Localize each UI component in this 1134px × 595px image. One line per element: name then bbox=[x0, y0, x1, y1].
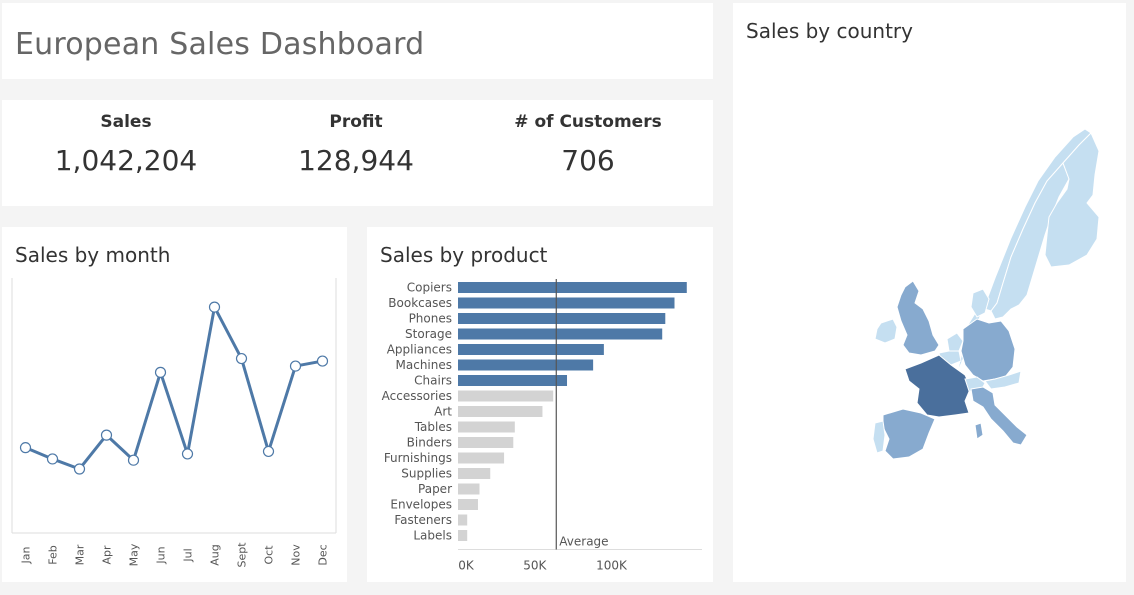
month-point-apr[interactable] bbox=[100, 429, 113, 441]
map-country-ireland[interactable] bbox=[874, 318, 898, 344]
product-label: Chairs bbox=[414, 374, 452, 388]
kpi-sales-value: 1,042,204 bbox=[54, 144, 198, 177]
month-tick-label: Jul bbox=[182, 548, 195, 562]
x-tick-label: 0K bbox=[458, 559, 475, 573]
month-tick-label: Nov bbox=[290, 544, 303, 566]
month-tick-label: Oct bbox=[263, 545, 276, 565]
month-tick-label: Apr bbox=[101, 545, 114, 565]
map-country-italy-sardinia[interactable] bbox=[974, 422, 984, 440]
bar-bookcases[interactable] bbox=[458, 297, 675, 309]
month-point-aug[interactable] bbox=[208, 301, 221, 313]
month-tick-label: Sept bbox=[236, 542, 249, 568]
month-tick-label: May bbox=[128, 543, 141, 566]
kpi-customers: # of Customers 706 bbox=[468, 110, 708, 177]
x-tick-label: 100K bbox=[596, 559, 628, 573]
product-label: Binders bbox=[407, 436, 452, 450]
month-point-dec[interactable] bbox=[316, 355, 329, 367]
bar-accessories[interactable] bbox=[458, 390, 554, 402]
month-point-mar[interactable] bbox=[73, 463, 86, 475]
kpi-profit-value: 128,944 bbox=[298, 144, 414, 177]
average-reference-label: Average bbox=[559, 535, 608, 549]
product-label: Copiers bbox=[407, 281, 452, 295]
sales-by-country-map[interactable] bbox=[733, 3, 1126, 582]
month-tick-label: Feb bbox=[47, 545, 60, 564]
map-country-denmark[interactable] bbox=[970, 288, 990, 318]
kpi-customers-label: # of Customers bbox=[514, 112, 662, 132]
x-tick-label: 50K bbox=[523, 559, 547, 573]
product-label: Phones bbox=[409, 312, 452, 326]
product-label: Bookcases bbox=[388, 296, 452, 310]
kpi-customers-value: 706 bbox=[561, 144, 615, 177]
product-label: Furnishings bbox=[384, 451, 452, 465]
product-label: Appliances bbox=[387, 343, 452, 357]
product-label: Paper bbox=[418, 482, 452, 496]
month-point-feb[interactable] bbox=[46, 453, 59, 465]
product-label: Machines bbox=[396, 358, 452, 372]
month-tick-label: Jan bbox=[20, 546, 33, 564]
product-label: Envelopes bbox=[390, 498, 452, 512]
sales-line-series bbox=[24, 305, 323, 471]
month-point-oct[interactable] bbox=[262, 445, 275, 458]
dashboard-title: European Sales Dashboard bbox=[15, 27, 425, 62]
product-label: Fasteners bbox=[394, 513, 452, 527]
bar-envelopes[interactable] bbox=[458, 499, 478, 510]
map-country-portugal[interactable] bbox=[872, 420, 886, 454]
kpi-profit: Profit 128,944 bbox=[236, 110, 476, 177]
month-point-nov[interactable] bbox=[289, 360, 302, 372]
bar-binders[interactable] bbox=[458, 437, 514, 448]
bar-chairs[interactable] bbox=[458, 375, 568, 386]
map-country-germany[interactable] bbox=[960, 318, 1016, 382]
bar-appliances[interactable] bbox=[458, 344, 604, 355]
kpi-sales-label: Sales bbox=[100, 112, 152, 132]
map-country-united-kingdom[interactable] bbox=[896, 280, 940, 356]
sales-by-product-panel: Sales by product Copiers Bookcases Phones S… bbox=[367, 227, 713, 582]
product-label: Art bbox=[434, 405, 452, 419]
bar-labels[interactable] bbox=[458, 530, 468, 541]
month-point-jun[interactable] bbox=[154, 366, 167, 378]
product-label: Tables bbox=[414, 420, 452, 434]
kpi-panel: Sales 1,042,204 Profit 128,944 # of Cust… bbox=[2, 100, 713, 206]
sales-by-product-chart[interactable]: CopiersBookcases PhonesStorage AppliancesM… bbox=[367, 227, 713, 582]
kpi-profit-label: Profit bbox=[329, 112, 383, 132]
bar-storage[interactable] bbox=[458, 328, 663, 340]
bar-machines[interactable] bbox=[458, 359, 594, 371]
month-tick-label: Jun bbox=[155, 546, 168, 564]
product-label: Accessories bbox=[382, 389, 452, 403]
month-point-may[interactable] bbox=[127, 454, 140, 466]
bar-paper[interactable] bbox=[458, 483, 480, 495]
product-label: Supplies bbox=[401, 467, 452, 481]
map-country-spain[interactable] bbox=[882, 408, 936, 460]
bar-furnishings[interactable] bbox=[458, 452, 505, 464]
month-tick-label: Dec bbox=[317, 544, 330, 565]
title-panel: European Sales Dashboard bbox=[2, 3, 713, 79]
month-point-jan[interactable] bbox=[19, 442, 32, 454]
bar-supplies[interactable] bbox=[458, 468, 491, 479]
bar-tables[interactable] bbox=[458, 421, 515, 433]
bar-phones[interactable] bbox=[458, 313, 666, 324]
month-point-sept[interactable] bbox=[235, 352, 248, 365]
month-tick-label: Mar bbox=[74, 544, 87, 565]
product-label: Labels bbox=[413, 529, 452, 543]
bar-art[interactable] bbox=[458, 406, 543, 417]
month-tick-label: Aug bbox=[209, 544, 222, 565]
kpi-sales: Sales 1,042,204 bbox=[6, 110, 246, 177]
month-point-jul[interactable] bbox=[181, 448, 194, 460]
map-country-netherlands[interactable] bbox=[946, 332, 964, 352]
sales-by-month-chart[interactable]: Jan Feb Mar Apr May Jun Jul Aug Sept Oct Nov Dec bbox=[2, 227, 347, 582]
product-label: Storage bbox=[405, 327, 452, 341]
sales-by-month-panel: Sales by month Jan Feb Mar Apr May Jun Jul Aug S… bbox=[2, 227, 347, 582]
sales-by-country-panel: Sales by country bbox=[733, 3, 1126, 582]
bar-fasteners[interactable] bbox=[458, 514, 468, 526]
bar-copiers[interactable] bbox=[458, 282, 687, 293]
